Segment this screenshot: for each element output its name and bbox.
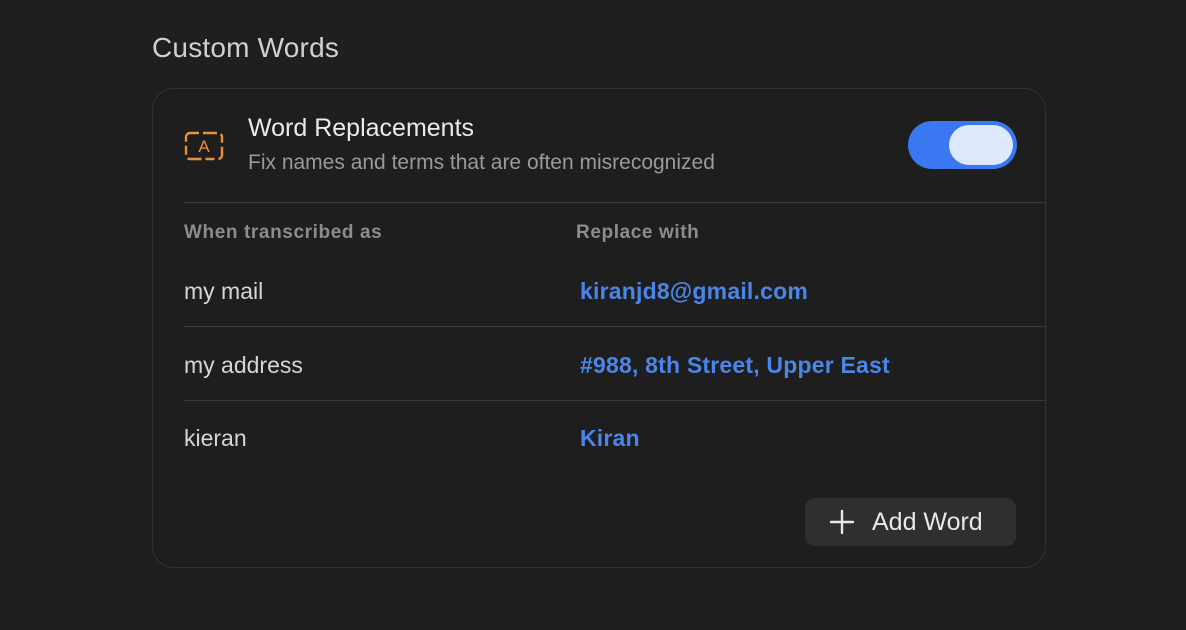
table-row[interactable]: kieran Kiran [153, 411, 1045, 485]
plus-icon [829, 509, 855, 535]
icon-letter: A [198, 137, 210, 156]
row-from-text: kieran [184, 425, 247, 451]
toggle-knob [949, 125, 1013, 165]
word-replacements-toggle[interactable] [908, 121, 1017, 169]
row-from-text: my mail [184, 278, 264, 304]
row-replacement-text[interactable]: kiranjd8@gmail.com [580, 264, 808, 318]
row-from-text: my address [184, 352, 303, 378]
row-replacement-text[interactable]: #988, 8th Street, Upper East [580, 338, 890, 392]
text-replace-icon: A [184, 131, 224, 161]
section-title: Custom Words [152, 32, 340, 63]
add-word-button[interactable]: Add Word [805, 498, 1016, 546]
feature-title: Word Replacements [248, 114, 475, 142]
column-header-from: When transcribed as [184, 222, 383, 243]
header-divider [184, 202, 1045, 203]
row-divider [184, 326, 1045, 327]
row-divider [184, 400, 1045, 401]
row-replacement-text[interactable]: Kiran [580, 411, 640, 465]
word-replacements-card: A Word Replacements Fix names and terms … [152, 88, 1046, 568]
feature-description: Fix names and terms that are often misre… [248, 151, 715, 174]
add-word-label: Add Word [872, 507, 983, 536]
column-header-to: Replace with [576, 222, 700, 243]
